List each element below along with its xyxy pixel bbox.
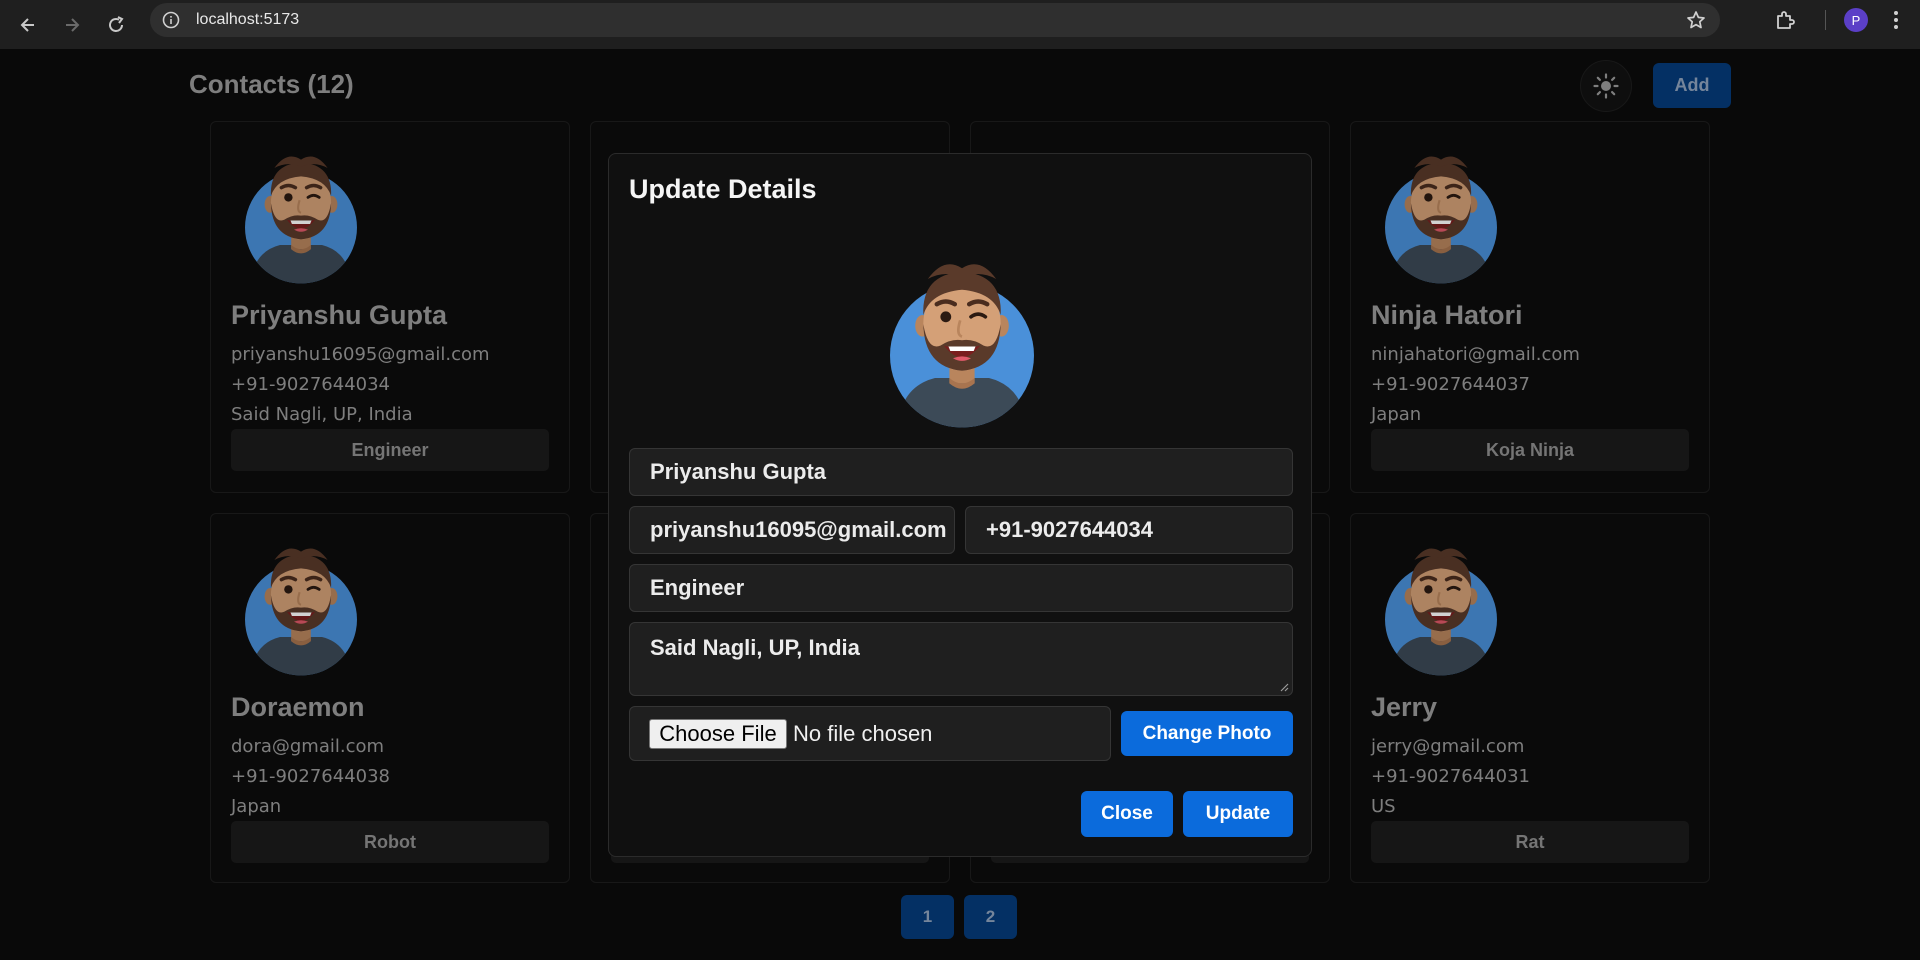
browser-toolbar: localhost:5173 P	[0, 0, 1920, 49]
change-photo-button[interactable]: Change Photo	[1121, 711, 1293, 756]
reload-icon[interactable]	[94, 5, 138, 45]
url-text: localhost:5173	[196, 11, 300, 28]
role-input[interactable]: Engineer	[629, 564, 1293, 612]
update-button[interactable]: Update	[1183, 791, 1293, 837]
phone-input[interactable]: +91-9027644034	[965, 506, 1293, 554]
file-input: Choose File No file chosen	[629, 706, 1111, 761]
address-textarea[interactable]: Said Nagli, UP, India	[629, 622, 1293, 696]
close-button[interactable]: Close	[1081, 791, 1173, 837]
update-details-modal: Update Details Priyanshu Gupta priyanshu…	[608, 153, 1312, 857]
more-menu-icon[interactable]	[1886, 8, 1906, 32]
bookmark-star-icon[interactable]	[1686, 10, 1706, 30]
name-input[interactable]: Priyanshu Gupta	[629, 448, 1293, 496]
forward-icon[interactable]	[50, 5, 94, 45]
email-input[interactable]: priyanshu16095@gmail.com	[629, 506, 955, 554]
profile-avatar[interactable]: P	[1844, 8, 1868, 32]
choose-file-button[interactable]: Choose File	[649, 718, 787, 749]
extensions-icon[interactable]	[1773, 8, 1797, 32]
address-text: Said Nagli, UP, India	[650, 635, 860, 660]
no-file-text: No file chosen	[793, 720, 933, 746]
modal-avatar	[872, 247, 1052, 437]
toolbar-divider	[1825, 10, 1826, 30]
modal-title: Update Details	[629, 174, 817, 204]
back-icon[interactable]	[6, 5, 50, 45]
site-info-icon[interactable]	[162, 11, 180, 29]
resize-grip-icon[interactable]	[1280, 683, 1289, 692]
address-bar[interactable]: localhost:5173	[150, 3, 1720, 37]
